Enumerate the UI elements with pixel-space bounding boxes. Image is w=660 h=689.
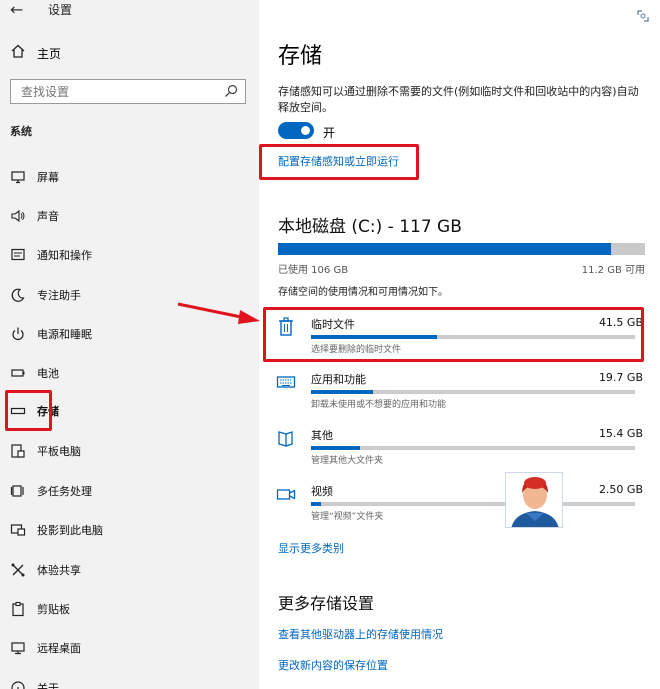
sidebar-item-about[interactable]: 关于 — [0, 673, 259, 689]
highlight-box-storage — [5, 390, 52, 431]
category-size: 2.50 GB — [598, 483, 643, 496]
sidebar-item-label: 电池 — [37, 367, 59, 380]
main-panel: 存储 存储感知可以通过删除不需要的文件(例如临时文件和回收站中的内容)自动释放空… — [259, 0, 660, 689]
sidebar-item-battery[interactable]: 电池 — [0, 358, 259, 388]
sidebar-item-label: 关于 — [37, 682, 59, 689]
category-desc: 卸载未使用或不想要的应用和功能 — [311, 400, 447, 410]
toggle-state-label: 开 — [323, 126, 336, 140]
disk-usage-fill — [278, 243, 611, 255]
remote-desktop-icon — [11, 642, 25, 655]
power-icon — [12, 327, 24, 341]
section-label: 系统 — [10, 125, 32, 138]
tablet-icon — [11, 444, 25, 458]
sidebar-item-label: 电源和睡眠 — [37, 328, 92, 341]
category-bar — [311, 446, 635, 450]
sidebar-item-shared[interactable]: 体验共享 — [0, 555, 259, 585]
category-bar — [311, 502, 635, 506]
share-icon — [11, 563, 25, 577]
folder-icon — [278, 431, 293, 447]
highlight-box-configure — [259, 144, 419, 180]
disk-free-label: 11.2 GB 可用 — [581, 265, 645, 276]
back-button[interactable]: ← — [10, 0, 23, 19]
sidebar-item-sound[interactable]: 声音 — [0, 201, 259, 231]
video-icon — [276, 489, 296, 500]
battery-icon — [11, 369, 25, 377]
search-icon — [225, 84, 238, 97]
category-desc: 管理其他大文件夹 — [311, 456, 384, 466]
avatar-figure-icon — [511, 477, 559, 527]
save-location-link[interactable]: 更改新内容的保存位置 — [278, 657, 388, 673]
sidebar-item-label: 通知和操作 — [37, 249, 92, 262]
speaker-icon — [11, 209, 25, 223]
window-title: 设置 — [48, 3, 73, 17]
category-apps[interactable]: 应用和功能 19.7 GB 卸载未使用或不想要的应用和功能 — [276, 371, 643, 410]
sidebar-item-tablet[interactable]: 平板电脑 — [0, 436, 259, 466]
avatar — [505, 472, 563, 528]
notification-icon — [11, 248, 25, 261]
sidebar-item-label: 专注助手 — [37, 289, 81, 302]
sidebar-item-label: 屏幕 — [37, 171, 59, 184]
search-box[interactable] — [10, 79, 246, 104]
sidebar: ← 设置 主页 系统 屏幕 声音 通知和操作 专注助手 电源和睡眠 电池 存储 — [0, 0, 259, 689]
clipboard-icon — [12, 601, 24, 617]
category-desc: 管理“视频”文件夹 — [311, 512, 384, 522]
category-name: 其他 — [311, 429, 333, 442]
category-size: 19.7 GB — [598, 371, 643, 384]
sidebar-item-label: 多任务处理 — [37, 485, 92, 498]
category-bar-fill — [311, 502, 321, 506]
multitask-icon — [10, 485, 24, 497]
sidebar-item-label: 体验共享 — [37, 564, 81, 577]
sidebar-item-notifications[interactable]: 通知和操作 — [0, 240, 259, 270]
keyboard-icon — [276, 376, 296, 388]
home-icon — [11, 44, 25, 58]
other-drives-link[interactable]: 查看其他驱动器上的存储使用情况 — [278, 626, 443, 642]
sidebar-item-label: 投影到此电脑 — [37, 524, 103, 537]
sidebar-item-clipboard[interactable]: 剪贴板 — [0, 594, 259, 624]
category-video[interactable]: 视频 2.50 GB 管理“视频”文件夹 — [276, 483, 643, 522]
toggle-knob — [301, 126, 310, 135]
storage-sense-description: 存储感知可以通过删除不需要的文件(例如临时文件和回收站中的内容)自动释放空间。 — [278, 85, 639, 114]
project-icon — [10, 524, 26, 536]
category-bar — [311, 390, 635, 394]
category-bar-fill — [311, 446, 360, 450]
storage-sense-toggle[interactable] — [278, 122, 314, 139]
search-input[interactable] — [11, 80, 211, 103]
sidebar-item-project[interactable]: 投影到此电脑 — [0, 515, 259, 545]
sidebar-item-multitasking[interactable]: 多任务处理 — [0, 476, 259, 506]
sidebar-item-label: 平板电脑 — [37, 445, 81, 458]
sidebar-item-label: 剪贴板 — [37, 603, 70, 616]
page-title: 存储 — [278, 44, 323, 69]
category-name: 视频 — [311, 485, 333, 498]
sidebar-item-label: 远程桌面 — [37, 642, 81, 655]
sidebar-item-label: 声音 — [37, 210, 59, 223]
highlight-box-temp-files — [263, 307, 644, 362]
disk-usage-bar — [278, 243, 645, 255]
moon-icon — [11, 288, 25, 302]
annotation-arrow — [177, 302, 260, 324]
more-storage-settings-title: 更多存储设置 — [278, 594, 375, 613]
disk-used-label: 已使用 106 GB — [278, 265, 349, 276]
show-more-categories-link[interactable]: 显示更多类别 — [278, 540, 344, 556]
monitor-icon — [11, 171, 25, 184]
category-bar-fill — [311, 390, 373, 394]
sidebar-item-remote-desktop[interactable]: 远程桌面 — [0, 633, 259, 663]
disk-title: 本地磁盘 (C:) - 117 GB — [278, 217, 462, 237]
category-size: 15.4 GB — [598, 427, 643, 440]
category-other[interactable]: 其他 15.4 GB 管理其他大文件夹 — [276, 427, 643, 466]
category-name: 应用和功能 — [311, 373, 366, 386]
sidebar-item-display[interactable]: 屏幕 — [0, 162, 259, 192]
info-icon — [11, 681, 25, 689]
sidebar-home[interactable]: 主页 — [37, 45, 61, 62]
expand-icon[interactable] — [635, 8, 651, 24]
usage-description: 存储空间的使用情况和可用情况如下。 — [278, 287, 448, 298]
